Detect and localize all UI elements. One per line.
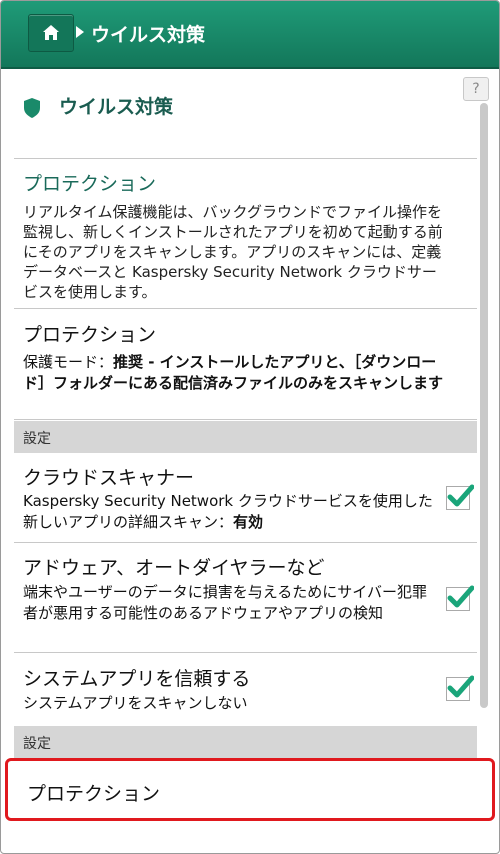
- highlighted-protection-row[interactable]: プロテクション: [5, 758, 495, 821]
- protection-mode-row[interactable]: プロテクション 保護モード：推奨 - インストールしたアプリと、［ダウンロード］…: [14, 309, 477, 419]
- info-title: プロテクション: [23, 173, 157, 195]
- adware-row[interactable]: アドウェア、オートダイヤラーなど 端末やユーザーのデータに損害を与えるためにサイ…: [14, 543, 477, 651]
- section-header-settings: 設定: [14, 421, 477, 453]
- app-frame: ウイルス対策 ? ウイルス対策 プロテクション リアルタイム保護機能は、バックグ…: [0, 0, 500, 854]
- cloud-scanner-row[interactable]: クラウドスキャナー Kaspersky Security Network クラウ…: [14, 453, 477, 541]
- checkmark-icon: [447, 484, 474, 507]
- breadcrumb-arrow-icon: [76, 26, 84, 38]
- home-icon: [43, 25, 59, 40]
- highlighted-protection-title: プロテクション: [27, 783, 161, 805]
- page-title: ウイルス対策: [59, 96, 174, 118]
- adware-title: アドウェア、オートダイヤラーなど: [23, 557, 325, 579]
- header-bar: ウイルス対策: [1, 1, 499, 69]
- adware-checkbox[interactable]: [446, 585, 474, 611]
- cloud-scanner-desc-text: Kaspersky Security Network クラウドサービスを使用した…: [23, 492, 433, 531]
- protection-mode-text: 保護モード：推奨 - インストールしたアプリと、［ダウンロード］フォルダーにある…: [23, 352, 448, 394]
- section-header-label: 設定: [23, 431, 51, 447]
- cloud-scanner-desc: Kaspersky Security Network クラウドサービスを使用した…: [23, 491, 438, 533]
- divider: [14, 419, 477, 420]
- cloud-scanner-title: クラウドスキャナー: [23, 467, 195, 489]
- protection-title: プロテクション: [23, 324, 157, 346]
- trust-system-apps-desc: システムアプリをスキャンしない: [23, 694, 248, 712]
- cloud-scanner-status: 有効: [233, 513, 264, 531]
- scrollbar[interactable]: [480, 103, 488, 708]
- protection-mode-label: 保護モード：: [23, 353, 114, 371]
- divider: [14, 158, 477, 159]
- header-title: ウイルス対策: [91, 24, 206, 46]
- section-header-settings-2: 設定: [14, 726, 477, 758]
- checkmark-icon: [447, 675, 474, 698]
- cloud-scanner-checkbox[interactable]: [446, 484, 474, 510]
- section-header-label: 設定: [23, 736, 51, 752]
- adware-desc: 端末やユーザーのデータに損害を与えるためにサイバー犯罪者が悪用する可能性のあるア…: [23, 583, 427, 622]
- trust-system-apps-checkbox[interactable]: [446, 675, 474, 701]
- help-button[interactable]: ?: [463, 77, 489, 101]
- home-button[interactable]: [28, 14, 74, 52]
- trust-system-apps-row[interactable]: システムアプリを信頼する システムアプリをスキャンしない: [14, 653, 477, 726]
- info-description: リアルタイム保護機能は、バックグラウンドでファイル操作を監視し、新しくインストー…: [23, 203, 443, 301]
- shield-icon: [24, 98, 40, 118]
- trust-system-apps-title: システムアプリを信頼する: [23, 668, 251, 690]
- checkmark-icon: [447, 585, 474, 608]
